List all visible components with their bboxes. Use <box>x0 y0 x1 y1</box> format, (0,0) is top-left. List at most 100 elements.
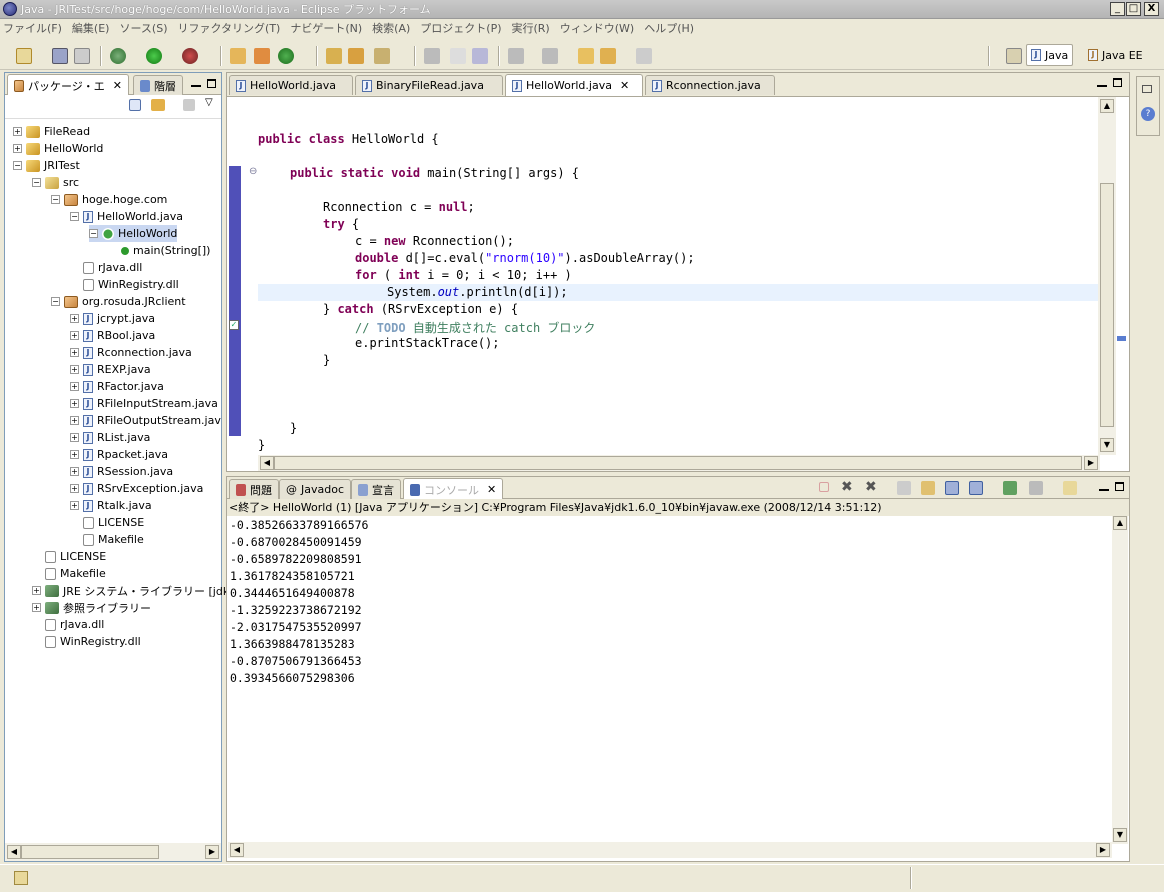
expand-icon[interactable]: + <box>70 382 79 391</box>
view-menu-icon[interactable]: ▽ <box>205 97 213 108</box>
expand-icon[interactable]: + <box>70 416 79 425</box>
tree-item[interactable]: WinRegistry.dll <box>32 633 141 650</box>
tab-declaration[interactable]: 宣言 <box>351 479 401 499</box>
tree-item[interactable]: + J Rconnection.java <box>70 344 192 361</box>
menu-refactor[interactable]: リファクタリング(T) <box>177 20 280 36</box>
tree-item[interactable]: + J Rtalk.java <box>70 497 152 514</box>
scroll-lock-icon[interactable] <box>921 481 935 495</box>
scroll-up-icon[interactable]: ▲ <box>1113 516 1127 530</box>
fold-toggle-icon[interactable]: ⊖ <box>249 166 257 177</box>
expand-icon[interactable]: + <box>70 399 79 408</box>
expand-icon[interactable]: + <box>70 314 79 323</box>
code-line[interactable]: public class HelloWorld { <box>258 132 439 146</box>
back-icon[interactable] <box>600 48 616 64</box>
menu-help[interactable]: ヘルプ(H) <box>644 20 694 36</box>
tree-item[interactable]: + J RSrvException.java <box>70 480 203 497</box>
tree-item[interactable]: + J RBool.java <box>70 327 155 344</box>
maximize-button[interactable]: □ <box>1126 2 1141 16</box>
tab-package-explorer[interactable]: パッケージ・エ ✕ <box>7 74 129 96</box>
print-icon[interactable] <box>74 48 90 64</box>
last-edit-icon[interactable] <box>578 48 594 64</box>
toggle-mark-icon[interactable] <box>424 48 440 64</box>
tree-item[interactable]: rJava.dll <box>32 616 104 633</box>
new-package-icon[interactable] <box>254 48 270 64</box>
menu-search[interactable]: 検索(A) <box>372 20 410 36</box>
maximize-view-icon[interactable] <box>207 79 216 88</box>
scroll-down-icon[interactable]: ▼ <box>1113 828 1127 842</box>
minimize-button[interactable]: _ <box>1110 2 1125 16</box>
scroll-right-icon[interactable]: ▶ <box>205 845 219 859</box>
code-line[interactable]: double d[]=c.eval("rnorm(10)").asDoubleA… <box>355 251 695 265</box>
tree-item[interactable]: + J RSession.java <box>70 463 173 480</box>
expand-icon[interactable]: + <box>70 331 79 340</box>
tree-item[interactable]: − J HelloWorld.java <box>70 208 183 225</box>
forward-icon[interactable] <box>636 48 652 64</box>
remove-launch-icon[interactable]: ✖ <box>841 479 853 495</box>
tree-item[interactable]: + J Rpacket.java <box>70 446 168 463</box>
prev-annotation-icon[interactable] <box>542 48 558 64</box>
code-line[interactable]: // TODO 自動生成された catch ブロック <box>355 319 595 336</box>
tree-item[interactable]: main(String[]) <box>108 242 210 259</box>
open-console-icon[interactable] <box>1063 481 1077 495</box>
maximize-view-icon[interactable] <box>1113 78 1122 87</box>
save-icon[interactable] <box>52 48 68 64</box>
close-icon[interactable]: ✕ <box>620 79 629 92</box>
tab-problems[interactable]: 問題 <box>229 479 279 499</box>
code-line[interactable]: public static void main(String[] args) { <box>290 166 579 180</box>
menu-project[interactable]: プロジェクト(P) <box>420 20 501 36</box>
tree-item[interactable]: rJava.dll <box>70 259 142 276</box>
tree-item[interactable]: + FileRead <box>13 123 90 140</box>
filter-icon[interactable] <box>183 99 195 111</box>
tab-helloworld-1[interactable]: J HelloWorld.java <box>229 75 353 95</box>
minimize-view-icon[interactable] <box>1099 489 1109 491</box>
scroll-left-icon[interactable]: ◀ <box>260 456 274 470</box>
tree-item[interactable]: Makefile <box>70 531 144 548</box>
perspective-java[interactable]: J Java <box>1026 44 1074 66</box>
collapse-icon[interactable]: − <box>32 178 41 187</box>
collapse-all-icon[interactable] <box>129 99 141 111</box>
task-marker-icon[interactable]: ✓ <box>229 320 239 330</box>
scroll-right-icon[interactable]: ▶ <box>1084 456 1098 470</box>
collapse-icon[interactable]: − <box>89 229 98 238</box>
console-hscrollbar[interactable]: ◀ ▶ <box>228 842 1112 858</box>
tree-item[interactable]: LICENSE <box>32 548 106 565</box>
expand-icon[interactable]: + <box>70 450 79 459</box>
tree-item[interactable]: − hoge.hoge.com <box>51 191 167 208</box>
menu-file[interactable]: ファイル(F) <box>3 20 62 36</box>
collapse-icon[interactable]: − <box>13 161 22 170</box>
scroll-left-icon[interactable]: ◀ <box>230 843 244 857</box>
tree-item[interactable]: + J RList.java <box>70 429 150 446</box>
tree-item[interactable]: − JRITest <box>13 157 80 174</box>
external-tools-icon[interactable] <box>182 48 198 64</box>
tree-item[interactable]: WinRegistry.dll <box>70 276 179 293</box>
scroll-thumb[interactable] <box>1100 183 1114 427</box>
menu-navigate[interactable]: ナビゲート(N) <box>290 20 362 36</box>
code-line[interactable]: Rconnection c = null; <box>323 200 475 214</box>
console-vscrollbar[interactable]: ▲ ▼ <box>1112 516 1128 844</box>
scroll-thumb[interactable] <box>21 845 159 859</box>
next-annotation-icon[interactable] <box>508 48 524 64</box>
tree-item[interactable]: + HelloWorld <box>13 140 103 157</box>
show-stderr-icon[interactable] <box>969 481 983 495</box>
debug-icon[interactable] <box>110 48 126 64</box>
code-line[interactable]: for ( int i = 0; i < 10; i++ ) <box>355 268 572 282</box>
minimize-view-icon[interactable] <box>191 85 201 87</box>
remove-all-icon[interactable]: ✖ <box>865 479 877 495</box>
expand-icon[interactable]: + <box>13 127 22 136</box>
code-line[interactable]: c = new Rconnection(); <box>355 234 514 248</box>
menu-edit[interactable]: 編集(E) <box>72 20 110 36</box>
minimize-view-icon[interactable] <box>1097 85 1107 87</box>
scroll-right-icon[interactable]: ▶ <box>1096 843 1110 857</box>
maximize-view-icon[interactable] <box>1115 482 1124 491</box>
close-button[interactable]: X <box>1144 2 1159 16</box>
run-icon[interactable] <box>146 48 162 64</box>
close-icon[interactable]: ✕ <box>487 483 496 496</box>
editor-vscrollbar[interactable]: ▲ ▼ <box>1098 97 1116 455</box>
tree-item[interactable]: + J RFileOutputStream.jav <box>70 412 221 429</box>
expand-icon[interactable]: + <box>32 586 41 595</box>
code-line[interactable]: } <box>290 421 297 435</box>
tree-item[interactable]: − HelloWorld <box>89 225 178 242</box>
expand-icon[interactable]: + <box>70 467 79 476</box>
menu-source[interactable]: ソース(S) <box>119 20 167 36</box>
code-line[interactable]: e.printStackTrace(); <box>355 336 500 350</box>
